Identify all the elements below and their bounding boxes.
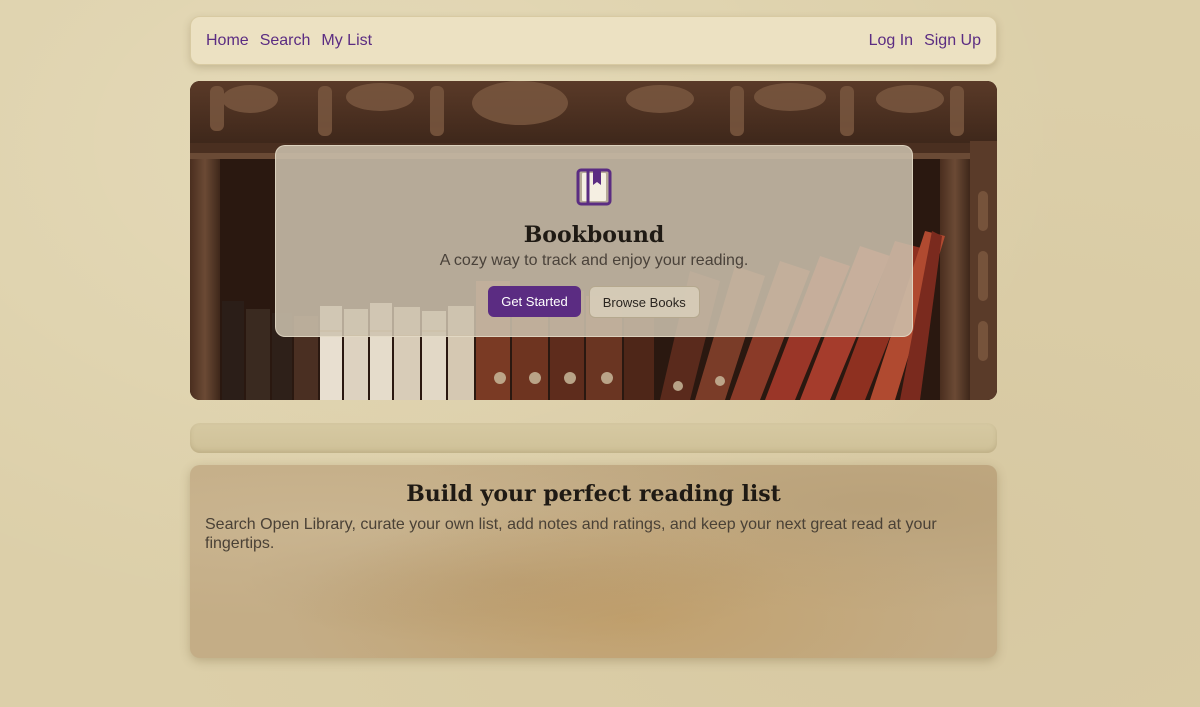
nav-link-sign-up[interactable]: Sign Up	[924, 32, 981, 50]
get-started-button[interactable]: Get Started	[488, 286, 581, 317]
top-navbar: Home Search My List Log In Sign Up	[190, 16, 997, 65]
book-icon	[576, 168, 612, 206]
nav-link-home[interactable]: Home	[206, 32, 249, 50]
nav-left-group: Home Search My List	[206, 32, 372, 50]
nav-link-log-in[interactable]: Log In	[869, 32, 913, 50]
hero-section: Bookbound A cozy way to track and enjoy …	[190, 81, 997, 400]
feature-card: Build your perfect reading list Search O…	[190, 465, 997, 658]
nav-link-my-list[interactable]: My List	[321, 32, 372, 50]
hero-subtitle: A cozy way to track and enjoy your readi…	[439, 252, 749, 269]
hero-buttons: Get Started Browse Books	[488, 286, 700, 318]
nav-link-search[interactable]: Search	[260, 32, 311, 50]
section-divider	[190, 423, 997, 453]
browse-books-button[interactable]: Browse Books	[588, 286, 700, 318]
hero-title: Bookbound	[523, 222, 665, 248]
feature-description: Search Open Library, curate your own lis…	[205, 516, 937, 552]
hero-card: Bookbound A cozy way to track and enjoy …	[275, 145, 913, 337]
feature-title: Build your perfect reading list	[406, 481, 781, 507]
nav-right-group: Log In Sign Up	[869, 32, 981, 50]
